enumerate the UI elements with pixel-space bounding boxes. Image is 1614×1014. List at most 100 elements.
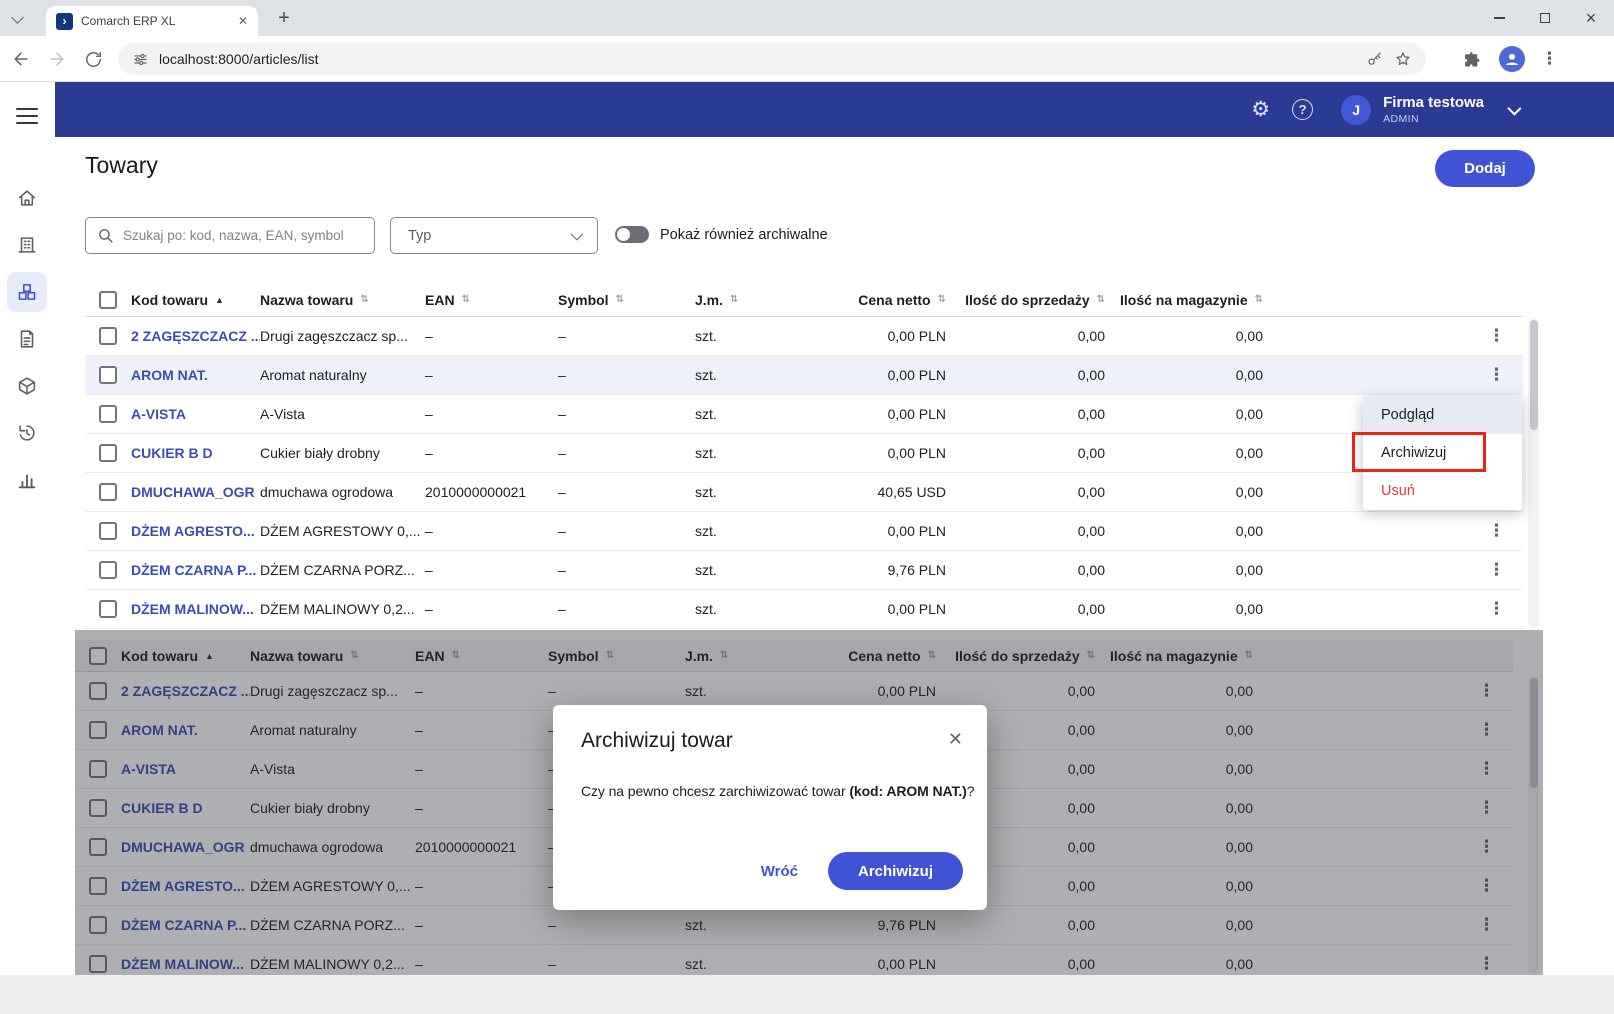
column-header-kod: Kod towaru▲ xyxy=(115,648,250,664)
forward-arrow-icon xyxy=(47,49,67,69)
item-qty-in-stock: 0,00 xyxy=(1107,328,1265,344)
chevron-down-icon xyxy=(571,228,584,241)
row-checkbox[interactable] xyxy=(99,327,117,345)
table-row: 2 ZAGĘSZCZACZ ... Drugi zagęszczacz sp..… xyxy=(85,317,1523,356)
add-button[interactable]: Dodaj xyxy=(1435,150,1535,187)
item-unit: szt. xyxy=(690,523,785,539)
item-code-link[interactable]: DŻEM MALINOW... xyxy=(125,601,260,617)
type-dropdown[interactable]: Typ xyxy=(390,217,598,254)
refresh-button[interactable] xyxy=(76,42,110,76)
new-tab-button[interactable]: + xyxy=(272,5,296,31)
omnibox[interactable]: localhost:8000/articles/list xyxy=(118,43,1426,75)
row-actions-kebab-icon[interactable] xyxy=(1484,597,1509,621)
table-scrollbar[interactable] xyxy=(1528,318,1539,628)
sort-icon: ⇅ xyxy=(938,294,946,305)
user-role: ADMIN xyxy=(1383,113,1484,125)
column-header-kod[interactable]: Kod towaru▲ xyxy=(125,292,260,308)
item-symbol: – xyxy=(555,406,690,422)
browser-tab[interactable]: Comarch ERP XL ✕ xyxy=(46,6,258,36)
site-info-icon[interactable] xyxy=(132,51,149,68)
item-code-link[interactable]: DMUCHAWA_OGR xyxy=(125,484,260,500)
row-actions-kebab-icon[interactable] xyxy=(1484,324,1509,348)
user-avatar[interactable]: J xyxy=(1341,95,1371,125)
row-checkbox[interactable] xyxy=(99,444,117,462)
item-code-link[interactable]: 2 ZAGĘSZCZACZ ... xyxy=(125,328,260,344)
item-code-link[interactable]: DŻEM AGRESTO... xyxy=(125,523,260,539)
row-checkbox[interactable] xyxy=(99,522,117,540)
window-minimize-button[interactable] xyxy=(1476,0,1522,36)
sidebar-item-history[interactable] xyxy=(7,413,47,453)
show-archived-label: Pokaż również archiwalne xyxy=(660,227,828,243)
extensions-puzzle-icon[interactable] xyxy=(1462,49,1483,70)
sidebar-item-orders[interactable] xyxy=(7,319,47,359)
row-actions-kebab-icon[interactable] xyxy=(1484,558,1509,582)
column-header-symbol[interactable]: Symbol⇅ xyxy=(555,292,690,308)
modal-confirm-button[interactable]: Archiwizuj xyxy=(828,852,963,890)
password-key-icon[interactable] xyxy=(1366,50,1384,68)
item-unit: szt. xyxy=(680,917,775,933)
table-header-row: Kod towaru▲ Nazwa towaru⇅ EAN⇅ Symbol⇅ J… xyxy=(75,640,1513,672)
hamburger-menu-icon[interactable] xyxy=(16,108,38,128)
row-actions-kebab-icon[interactable] xyxy=(1484,519,1509,543)
column-header-nazwa[interactable]: Nazwa towaru⇅ xyxy=(260,292,420,308)
row-checkbox[interactable] xyxy=(99,366,117,384)
item-name: Drugi zagęszczacz sp... xyxy=(260,328,420,344)
item-code-link[interactable]: A-VISTA xyxy=(125,406,260,422)
column-header-cena[interactable]: Cena netto⇅ xyxy=(785,292,950,308)
item-qty-for-sale: 0,00 xyxy=(950,484,1107,500)
browser-menu-icon[interactable]: ⋮ xyxy=(1541,49,1558,69)
row-checkbox[interactable] xyxy=(99,561,117,579)
tab-search-chevron-icon[interactable] xyxy=(11,11,24,24)
tab-close-icon[interactable]: ✕ xyxy=(238,14,248,28)
item-qty-for-sale: 0,00 xyxy=(950,445,1107,461)
item-code-link[interactable]: AROM NAT. xyxy=(125,367,260,383)
item-name: Cukier biały drobny xyxy=(260,445,420,461)
search-input[interactable] xyxy=(123,228,363,243)
bookmark-star-icon[interactable] xyxy=(1394,50,1412,68)
item-net-price: 0,00 PLN xyxy=(775,683,940,699)
column-header-sprzedaz[interactable]: Ilość do sprzedaży⇅ xyxy=(950,292,1107,308)
context-menu-item[interactable]: Podgląd xyxy=(1363,396,1522,434)
row-checkbox[interactable] xyxy=(99,405,117,423)
sidebar-item-products[interactable] xyxy=(7,272,47,312)
sidebar-item-stock[interactable] xyxy=(7,366,47,406)
select-all-checkbox xyxy=(89,647,107,665)
window-close-button[interactable] xyxy=(1568,0,1614,36)
item-net-price: 0,00 PLN xyxy=(785,367,950,383)
forward-button[interactable] xyxy=(40,42,74,76)
item-code-link: DŻEM CZARNA P... xyxy=(115,917,250,933)
row-checkbox[interactable] xyxy=(99,483,117,501)
column-header-ean[interactable]: EAN⇅ xyxy=(420,292,555,308)
modal-close-icon[interactable]: ✕ xyxy=(946,727,965,752)
scrollbar-thumb[interactable] xyxy=(1530,320,1538,430)
column-header-magazyn[interactable]: Ilość na magazynie⇅ xyxy=(1107,292,1265,308)
item-name: DŻEM AGRESTOWY 0,... xyxy=(250,878,410,894)
context-menu-item[interactable]: Usuń xyxy=(1363,472,1522,510)
modal-back-button[interactable]: Wróć xyxy=(761,863,798,880)
sort-icon: ⇅ xyxy=(1097,294,1105,305)
item-name: DŻEM CZARNA PORZ... xyxy=(260,562,420,578)
sidebar-item-reports[interactable] xyxy=(7,460,47,500)
show-archived-toggle[interactable] xyxy=(615,226,649,243)
settings-gear-icon[interactable] xyxy=(1251,97,1270,122)
chevron-down-icon[interactable] xyxy=(1507,101,1521,115)
item-code-link[interactable]: CUKIER B D xyxy=(125,445,260,461)
item-unit: szt. xyxy=(690,328,785,344)
sort-icon: ⇅ xyxy=(462,294,470,305)
item-ean: 2010000000021 xyxy=(420,484,555,500)
item-code-link[interactable]: DŻEM CZARNA P... xyxy=(125,562,260,578)
context-menu-item[interactable]: Archiwizuj xyxy=(1363,434,1522,472)
window-maximize-button[interactable] xyxy=(1522,0,1568,36)
row-actions-kebab-icon[interactable] xyxy=(1484,363,1509,387)
select-all-checkbox[interactable] xyxy=(99,291,117,309)
item-name: A-Vista xyxy=(250,761,410,777)
help-icon[interactable] xyxy=(1292,99,1313,120)
sidebar-item-company[interactable] xyxy=(7,225,47,265)
browser-profile-avatar[interactable] xyxy=(1499,46,1525,72)
item-qty-in-stock: 0,00 xyxy=(1097,917,1255,933)
sidebar-item-home[interactable] xyxy=(7,178,47,218)
row-checkbox[interactable] xyxy=(99,600,117,618)
column-header-ean: EAN⇅ xyxy=(410,648,545,664)
back-button[interactable] xyxy=(4,42,38,76)
column-header-jm[interactable]: J.m.⇅ xyxy=(690,292,785,308)
